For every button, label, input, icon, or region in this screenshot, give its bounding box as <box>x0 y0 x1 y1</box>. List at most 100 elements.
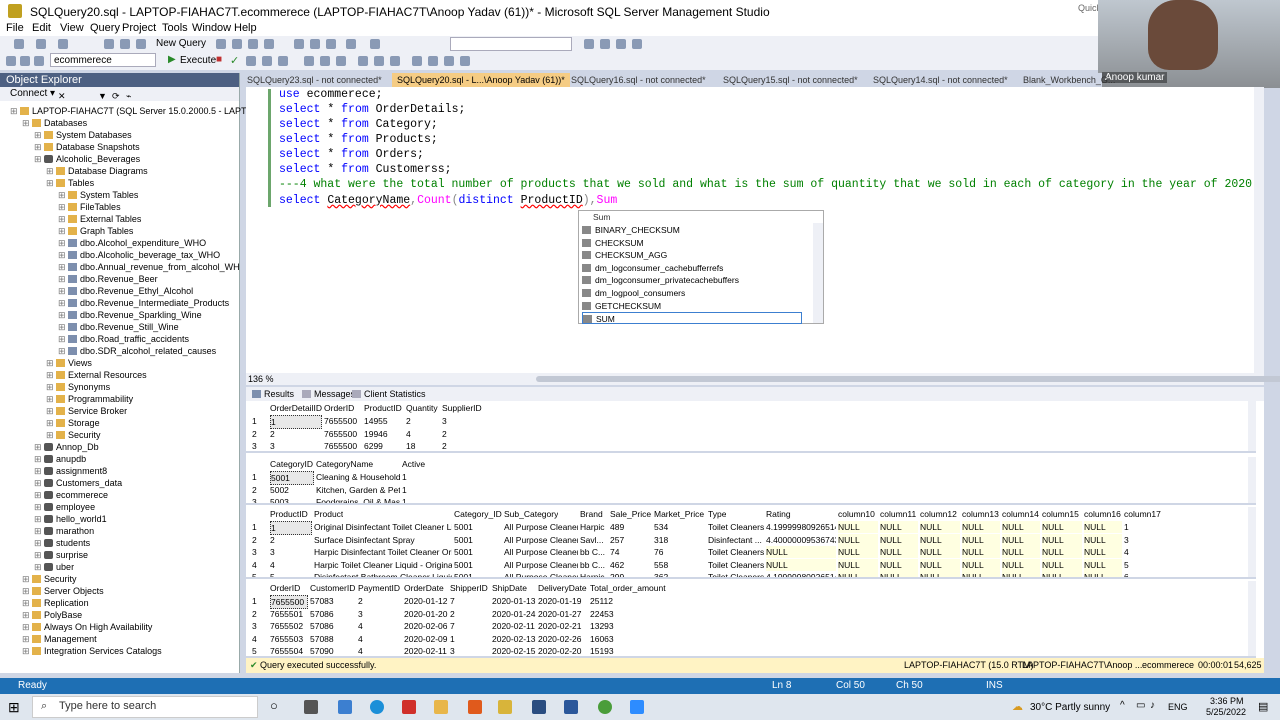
tree-node[interactable]: ⊞ Storage <box>46 417 100 429</box>
results-to-grid-icon[interactable] <box>374 56 384 66</box>
table-cell[interactable]: 7655500 <box>324 428 362 440</box>
app-icon[interactable] <box>338 700 352 714</box>
disconnect-icon[interactable]: ✕ <box>58 89 66 103</box>
grid-scrollbar[interactable] <box>1248 457 1256 503</box>
tree-node[interactable]: ⊞ PolyBase <box>22 609 82 621</box>
column-header[interactable]: Sub_Category <box>504 508 558 520</box>
ssms-icon[interactable] <box>498 700 512 714</box>
table-cell[interactable]: NULL <box>920 571 960 577</box>
expand-icon[interactable]: ⊞ <box>34 502 44 512</box>
table-cell[interactable]: 13293 <box>590 620 638 632</box>
table-cell[interactable]: 7 <box>450 595 490 607</box>
tree-node[interactable]: ⊞ dbo.Revenue_Sparkling_Wine <box>58 309 202 321</box>
table-cell[interactable]: NULL <box>880 571 918 577</box>
column-header[interactable]: OrderID <box>270 582 300 594</box>
intellisense-item[interactable]: CHECKSUM_AGG <box>582 249 667 261</box>
tree-node[interactable]: ⊞ External Resources <box>46 369 147 381</box>
table-cell[interactable]: 1 <box>402 484 450 496</box>
decrease-indent-icon[interactable] <box>444 56 454 66</box>
table-cell[interactable]: Cleaning & Household <box>316 471 400 483</box>
open-icon[interactable] <box>104 39 114 49</box>
horizontal-scrollbar[interactable] <box>536 376 1280 382</box>
forward-icon[interactable] <box>36 39 46 49</box>
activity-icon[interactable]: ⌁ <box>126 89 131 103</box>
tree-node[interactable]: ⊞ ecommerece <box>34 489 108 501</box>
expand-icon[interactable]: ⊞ <box>58 322 68 332</box>
table-cell[interactable]: Surface Disinfectant Spray <box>314 534 452 546</box>
properties-icon[interactable] <box>584 39 594 49</box>
intellisense-popup[interactable]: Sum BINARY_CHECKSUM CHECKSUM CHECKSUM_AGG d… <box>578 210 824 325</box>
column-header[interactable]: Quantity <box>406 402 438 414</box>
expand-icon[interactable]: ⊞ <box>34 454 44 464</box>
table-cell[interactable]: 19946 <box>364 428 404 440</box>
intellisense-item[interactable]: GETCHECKSUM <box>582 300 661 312</box>
grid-scrollbar[interactable] <box>1248 401 1256 451</box>
table-cell[interactable]: NULL <box>1084 546 1122 558</box>
table-cell[interactable]: NULL <box>766 546 836 558</box>
table-cell[interactable]: 4 <box>358 645 402 656</box>
mail-icon[interactable] <box>304 700 318 714</box>
expand-icon[interactable]: ⊞ <box>58 214 68 224</box>
menu-view[interactable]: View <box>60 22 84 34</box>
row-number[interactable]: 5 <box>252 571 257 577</box>
table-cell[interactable]: NULL <box>1084 533 1122 546</box>
expand-icon[interactable]: ⊞ <box>58 262 68 272</box>
table-cell[interactable]: Disinfectant Bathroom Cleaner Liquid -..… <box>314 571 452 577</box>
expand-icon[interactable]: ⊞ <box>46 370 56 380</box>
expand-icon[interactable]: ⊞ <box>46 382 56 392</box>
column-header[interactable]: Category_ID <box>454 508 502 520</box>
row-number[interactable]: 1 <box>252 595 257 607</box>
column-header[interactable]: Product <box>314 508 343 520</box>
redo-icon[interactable] <box>370 39 380 49</box>
save-all-icon[interactable] <box>136 39 146 49</box>
tree-node[interactable]: ⊞ Programmability <box>46 393 133 405</box>
toolbox-icon[interactable] <box>616 39 626 49</box>
tree-node[interactable]: ⊞ Views <box>46 357 92 369</box>
live-stats-icon[interactable] <box>320 56 330 66</box>
expand-icon[interactable]: ⊞ <box>58 346 68 356</box>
window-icon[interactable] <box>632 39 642 49</box>
table-cell[interactable]: 6 <box>1124 571 1172 577</box>
expand-icon[interactable]: ⊞ <box>22 598 32 608</box>
tree-node[interactable]: ⊞ Graph Tables <box>58 225 133 237</box>
paste-icon[interactable] <box>326 39 336 49</box>
table-cell[interactable]: 7655502 <box>270 620 308 632</box>
expand-icon[interactable]: ⊞ <box>58 298 68 308</box>
table-cell[interactable]: 2020-01-13 <box>492 595 536 607</box>
query-type-icon[interactable] <box>232 39 242 49</box>
table-cell[interactable]: NULL <box>838 546 878 558</box>
tree-node[interactable]: ⊞ dbo.Revenue_Beer <box>58 273 158 285</box>
column-header[interactable]: ShipperID <box>450 582 488 594</box>
word-icon[interactable] <box>564 700 578 714</box>
new-query-button[interactable]: New Query <box>156 38 206 49</box>
table-cell[interactable]: NULL <box>1042 533 1082 546</box>
table-cell[interactable]: 18 <box>406 440 440 451</box>
table-cell[interactable]: NULL <box>1002 533 1040 546</box>
expand-icon[interactable]: ⊞ <box>22 586 32 596</box>
column-header[interactable]: DeliveryDate <box>538 582 587 594</box>
table-cell[interactable]: Toilet Cleaners <box>708 546 764 558</box>
tab-results[interactable]: Results <box>264 389 294 399</box>
table-cell[interactable]: 5003 <box>270 496 314 503</box>
table-cell[interactable]: NULL <box>880 533 918 546</box>
tab-document[interactable]: SQLQuery15.sql - not connected* <box>718 73 863 87</box>
table-cell[interactable]: 489 <box>610 521 652 533</box>
solution-config-dropdown[interactable] <box>450 37 572 51</box>
table-cell[interactable]: 2020-02-15 <box>492 645 536 656</box>
table-cell[interactable]: 2020-02-13 <box>492 633 536 645</box>
table-cell[interactable]: 7 <box>450 620 490 632</box>
column-header[interactable]: Type <box>708 508 726 520</box>
table-cell[interactable]: NULL <box>838 571 878 577</box>
expand-icon[interactable]: ⊞ <box>58 286 68 296</box>
table-cell[interactable]: Foodgrains, Oil & Mas... <box>316 496 400 503</box>
table-cell[interactable]: 2 <box>270 534 312 546</box>
query-designer-icon[interactable] <box>262 56 272 66</box>
table-cell[interactable]: 2020-01-24 <box>492 608 536 620</box>
table-cell[interactable]: All Purpose Cleaners <box>504 546 578 558</box>
table-cell[interactable]: 4.19999980926514 <box>766 571 836 577</box>
uncomment-icon[interactable] <box>428 56 438 66</box>
tree-node[interactable]: ⊞ External Tables <box>58 213 141 225</box>
clock-time[interactable]: 3:36 PM <box>1210 696 1244 706</box>
table-cell[interactable]: 57086 <box>310 608 356 620</box>
tree-node[interactable]: ⊞ Security <box>46 429 101 441</box>
